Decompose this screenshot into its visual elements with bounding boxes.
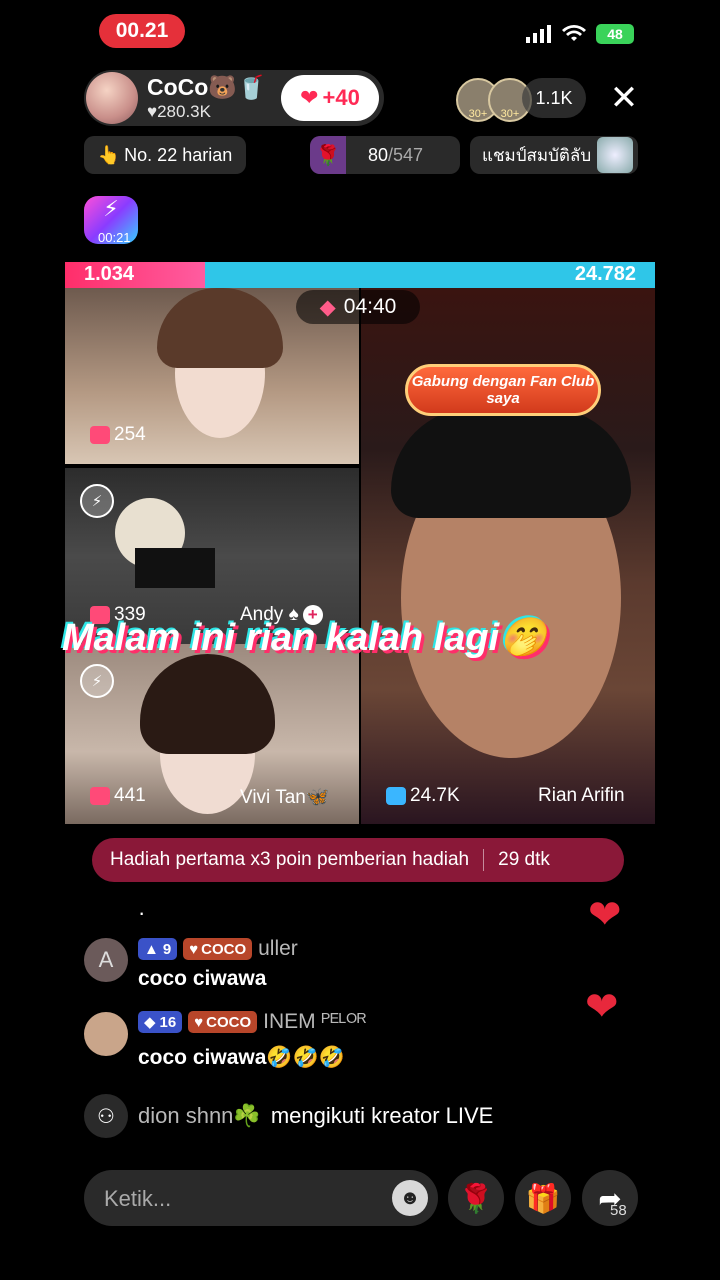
- comment-header: ◆ 16 ♥ COCO INEM ᴾᴱᴸᴼᴿ: [138, 1010, 366, 1034]
- signal-icon: [526, 25, 551, 43]
- heart-badge-icon: ♥: [194, 1013, 204, 1031]
- fan-badge-label: COCO: [201, 940, 247, 958]
- wifi-icon: [562, 25, 586, 41]
- comment-username[interactable]: INEM ᴾᴱᴸᴼᴿ: [263, 1010, 366, 1034]
- viewer-count[interactable]: 1.1K: [522, 78, 586, 118]
- rose-gift-button[interactable]: 🌹: [448, 1170, 504, 1226]
- host-likes: ♥280.3K: [147, 102, 211, 121]
- comment-avatar[interactable]: A: [84, 938, 128, 982]
- follow-like-button[interactable]: ❤ +40: [281, 75, 379, 121]
- triangle-icon: ▲: [144, 940, 159, 958]
- fan-badge: ♥ COCO: [188, 1011, 258, 1033]
- status-icons: 48: [526, 24, 634, 44]
- gift-button[interactable]: 🎁: [515, 1170, 571, 1226]
- comment-text: coco ciwawa: [138, 967, 267, 990]
- floating-heart-icon: ❤: [588, 893, 622, 937]
- close-icon[interactable]: ✕: [606, 80, 642, 116]
- banner-text: Hadiah pertama x3 poin pemberian hadiah: [110, 849, 470, 870]
- comment-text: coco ciwawa🤣🤣🤣: [138, 1046, 345, 1069]
- box-decor: [135, 548, 215, 588]
- tile-1-stats: 254: [90, 424, 146, 446]
- score-left: 1.034: [84, 263, 135, 285]
- score-right: 24.782: [574, 263, 636, 285]
- join-fan-club-button[interactable]: Gabung dengan Fan Club saya: [405, 364, 601, 416]
- rank-label: No. 22 harian: [124, 144, 233, 165]
- comment-input-placeholder: Ketik...: [104, 1186, 172, 1211]
- camera-icon: [90, 787, 110, 805]
- gift-icon: 🎁: [525, 1182, 561, 1214]
- comment-dot: ·: [138, 900, 146, 925]
- hair-shape: [391, 408, 631, 518]
- comment-username[interactable]: uller: [258, 937, 298, 961]
- heart-icon: ❤: [300, 85, 319, 110]
- follow-text: mengikuti kreator LIVE: [270, 1103, 494, 1128]
- level-value: 16: [159, 1013, 177, 1031]
- gift-bonus-banner[interactable]: Hadiah pertama x3 poin pemberian hadiah 2…: [92, 838, 624, 882]
- battle-timer: ◆ 04:40: [296, 290, 420, 324]
- battery-icon: 48: [596, 24, 634, 44]
- level-value: 9: [162, 940, 172, 958]
- tile-4-stats: 24.7K: [386, 785, 460, 807]
- lightning-bolt-icon[interactable]: ⚡: [80, 664, 114, 698]
- status-time: 00.21: [99, 14, 185, 48]
- tile-3-count: 441: [114, 785, 146, 806]
- hand-icon: 👆: [97, 144, 121, 165]
- follow-event: ⚇ dion shnn☘️ mengikuti kreator LIVE: [84, 1094, 493, 1138]
- champion-icon: [597, 137, 634, 173]
- hair-shape: [140, 654, 275, 754]
- tile-3-stats: 441: [90, 785, 146, 807]
- follow-username[interactable]: dion shnn☘️: [138, 1103, 261, 1129]
- emoji-icon[interactable]: ☻: [392, 1180, 428, 1216]
- treasure-champion-pill[interactable]: แชมป์สมบัติลับ: [470, 136, 638, 174]
- banner-countdown: 29 dtk: [498, 849, 550, 870]
- lightning-bolt-icon[interactable]: ⚡: [80, 484, 114, 518]
- hair-shape: [157, 288, 283, 368]
- fan-badge: ♥ COCO: [183, 938, 253, 960]
- overlay-caption: Malam ini rian kalah lagi🤭: [62, 617, 547, 659]
- tile-1-count: 254: [114, 424, 146, 445]
- daily-rank-pill[interactable]: 👆 No. 22 harian: [84, 136, 246, 174]
- gift-goal-pill[interactable]: 🌹 80/547: [310, 136, 460, 174]
- banner-divider: [483, 849, 485, 871]
- camera-icon: [386, 787, 406, 805]
- host-avatar[interactable]: [86, 72, 138, 124]
- level-badge: ▲ 9: [138, 938, 178, 960]
- tile-4-name[interactable]: Rian Arifin: [538, 785, 625, 807]
- goal-current: 80: [368, 144, 389, 165]
- bolt-timer: 00:21: [98, 230, 131, 245]
- champion-label: แชมป์สมบัติลับ: [482, 145, 592, 165]
- tile-4-count: 24.7K: [410, 785, 460, 806]
- comment-avatar[interactable]: [84, 1012, 128, 1056]
- comment-header: ▲ 9 ♥ COCO uller: [138, 937, 298, 961]
- battle-icon: ◆: [319, 295, 336, 319]
- rose-icon: 🌹: [458, 1182, 494, 1214]
- heart-badge-icon: ♥: [189, 940, 199, 958]
- tile-3-name[interactable]: Vivi Tan🦋: [240, 785, 330, 809]
- share-count: 58: [610, 1202, 627, 1219]
- like-button-label: +40: [322, 85, 360, 110]
- floating-heart-icon: ❤: [585, 985, 619, 1029]
- diamond-icon: ◆: [144, 1014, 156, 1031]
- host-name: CoCo🐻🥤: [147, 74, 266, 100]
- camera-icon: [90, 426, 110, 444]
- follow-user-icon: ⚇: [84, 1094, 128, 1138]
- fan-badge-label: COCO: [206, 1013, 252, 1031]
- goal-total: /547: [388, 144, 424, 165]
- level-badge: ◆ 16: [138, 1011, 183, 1033]
- top-viewers[interactable]: 30+ 30+: [456, 78, 532, 122]
- rose-icon: 🌹: [310, 136, 346, 174]
- battle-timer-value: 04:40: [343, 295, 397, 318]
